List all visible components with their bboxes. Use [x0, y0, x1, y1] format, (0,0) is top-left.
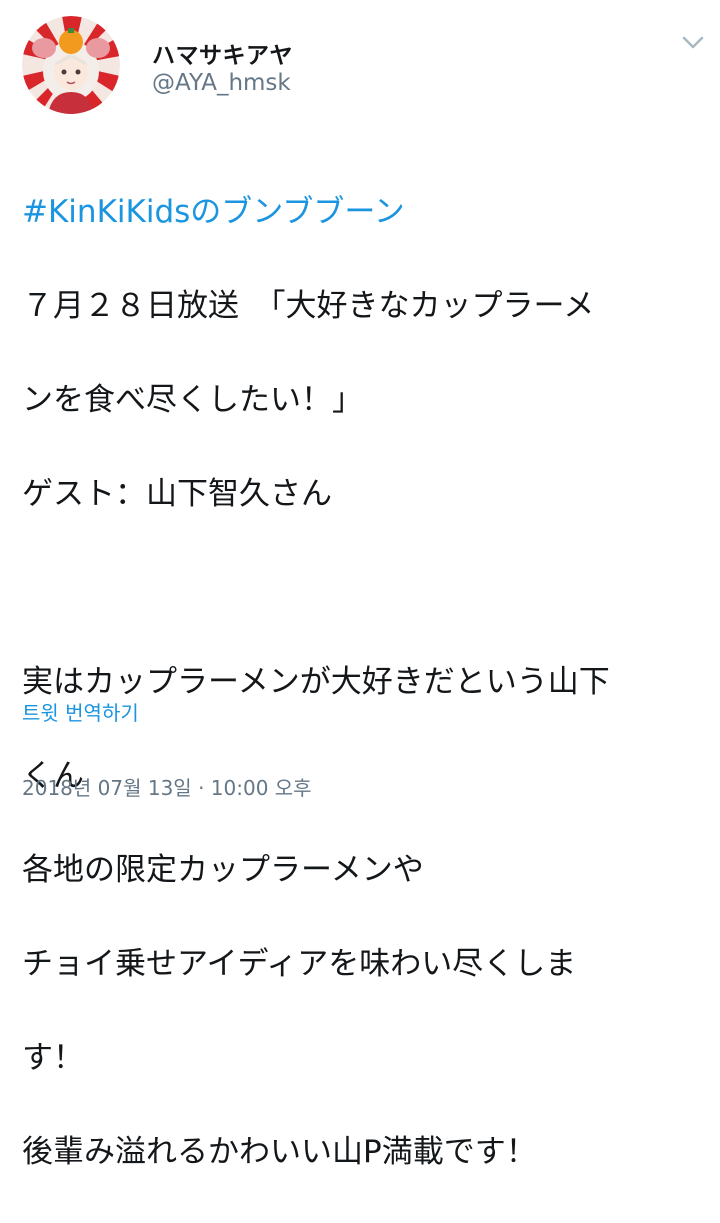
tweet-line: ンを食べ尽くしたい！」 [22, 382, 363, 418]
avatar[interactable] [22, 16, 120, 114]
tweet-text: #KinKiKidsのブンブブーン ７月２８日放送 「大好きなカップラーメ ンを… [22, 142, 702, 1223]
tweet-line: 各地の限定カップラーメンや [22, 852, 424, 888]
hashtag-link[interactable]: #KinKiKidsのブンブブーン [22, 194, 405, 230]
tweet-header: ハマサキアヤ @AYA_hmsk [18, 12, 708, 114]
display-name[interactable]: ハマサキアヤ [152, 36, 293, 70]
tweet-line: 後輩み溢れるかわいい山P満載です！ [22, 1134, 537, 1170]
translate-tweet-link[interactable]: 트윗 번역하기 [22, 697, 139, 726]
tweet-line: ７月２８日放送 「大好きなカップラーメ [22, 288, 595, 324]
tweet-card: ハマサキアヤ @AYA_hmsk #KinKiKidsのブンブブーン ７月２８日… [0, 0, 720, 1170]
tweet-line [22, 565, 702, 612]
tweet-timestamp[interactable]: 2018년 07월 13일 · 10:00 오후 [22, 772, 312, 801]
tweet-line: チョイ乗せアイディアを味わい尽くしま [22, 946, 577, 982]
chevron-down-icon[interactable] [680, 30, 706, 56]
user-handle[interactable]: @AYA_hmsk [152, 70, 291, 96]
tweet-line: ゲスト：山下智久さん [22, 476, 332, 512]
tweet-line: す！ [22, 1040, 84, 1076]
